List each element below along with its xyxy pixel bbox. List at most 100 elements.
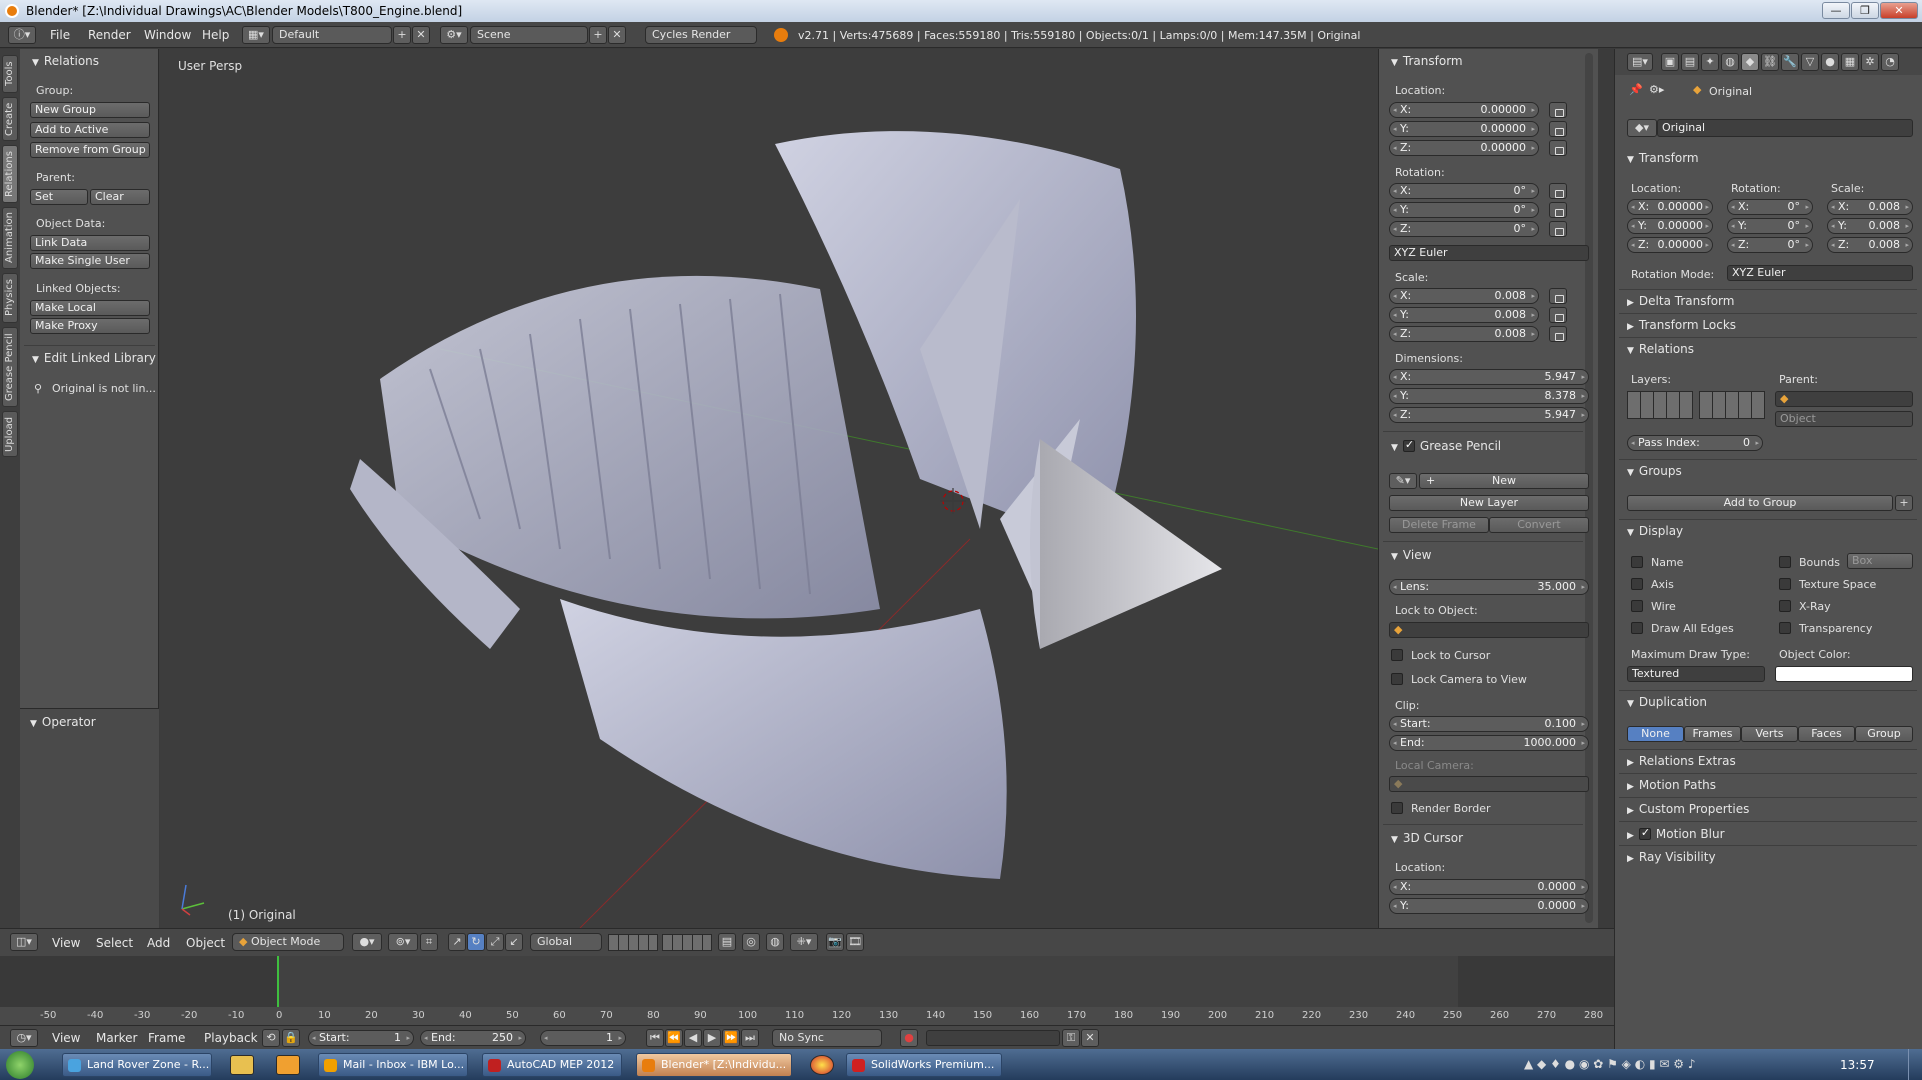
timeline-menu-view[interactable]: View xyxy=(52,1031,80,1045)
end-frame-field[interactable]: ◂ End: 250 ▸ xyxy=(420,1030,526,1046)
lock-rotation-z-icon[interactable] xyxy=(1549,221,1567,237)
render-tab-icon[interactable]: ▣ xyxy=(1661,53,1679,71)
prop-rotation-z[interactable]: ◂ Z: 0° ▸ xyxy=(1727,237,1813,253)
npanel-transform-header[interactable]: ▼ Transform xyxy=(1391,54,1463,68)
maximize-button[interactable]: ❐ xyxy=(1851,2,1879,19)
prop-scale-x[interactable]: ◂ X: 0.008 ▸ xyxy=(1827,199,1913,215)
object-browse-icon[interactable]: ◆▾ xyxy=(1627,119,1657,137)
edit-linked-library-header[interactable]: ▼ Edit Linked Library xyxy=(32,351,156,365)
scene-icon[interactable]: ⚙▾ xyxy=(440,26,468,44)
jump-start-icon[interactable]: ⏮ xyxy=(646,1029,664,1047)
rotation-y-field[interactable]: ◂ Y: 0° ▸ xyxy=(1389,202,1539,218)
tab-physics[interactable]: Physics xyxy=(2,273,18,323)
rotation-z-field[interactable]: ◂ Z: 0° ▸ xyxy=(1389,221,1539,237)
snap-toggle-icon[interactable]: ◍ xyxy=(766,933,784,951)
clip-start-field[interactable]: ◂ Start: 0.100 ▸ xyxy=(1389,716,1589,732)
timeline-menu-marker[interactable]: Marker xyxy=(96,1031,137,1045)
editor-type-info-icon[interactable]: ⓘ▾ xyxy=(8,26,36,44)
lock-rotation-y-icon[interactable] xyxy=(1549,202,1567,218)
layers-grid-right[interactable] xyxy=(1699,391,1765,419)
object-color-swatch[interactable] xyxy=(1775,666,1913,682)
add-to-active-button[interactable]: Add to Active xyxy=(30,122,150,138)
remove-screen-icon[interactable]: ✕ xyxy=(412,26,430,44)
view3d-menu-object[interactable]: Object xyxy=(186,936,225,950)
object-transform-header[interactable]: ▼ Transform xyxy=(1627,151,1699,165)
tab-grease-pencil[interactable]: Grease Pencil xyxy=(2,327,18,407)
tab-relations[interactable]: Relations xyxy=(2,145,18,203)
clip-end-field[interactable]: ◂ End: 1000.000 ▸ xyxy=(1389,735,1589,751)
remove-from-group-button[interactable]: Remove from Group xyxy=(30,142,150,158)
prop-scale-z[interactable]: ◂ Z: 0.008 ▸ xyxy=(1827,237,1913,253)
jump-next-keyframe-icon[interactable]: ⏩ xyxy=(722,1029,740,1047)
manipulator-icon[interactable]: ⌗ xyxy=(420,933,438,951)
prop-location-x[interactable]: ◂ X: 0.00000 ▸ xyxy=(1627,199,1713,215)
parent-type-dropdown[interactable]: Object xyxy=(1775,411,1913,427)
object-tab-icon[interactable]: ◆ xyxy=(1741,53,1759,71)
add-group-plus-icon[interactable]: + xyxy=(1895,495,1913,511)
menu-render[interactable]: Render xyxy=(88,28,131,42)
groups-header[interactable]: ▼ Groups xyxy=(1627,464,1682,478)
tab-create[interactable]: Create xyxy=(2,97,18,141)
start-button-icon[interactable] xyxy=(6,1051,34,1079)
gp-convert-button[interactable]: Convert xyxy=(1489,517,1589,533)
render-border-checkbox[interactable] xyxy=(1391,802,1403,814)
scene-dropdown[interactable]: Scene xyxy=(470,26,588,44)
transform-orientation-icon[interactable]: ↙ xyxy=(505,933,523,951)
timeline-menu-playback[interactable]: Playback xyxy=(204,1031,258,1045)
gp-delete-frame-button[interactable]: Delete Frame xyxy=(1389,517,1489,533)
add-to-group-button[interactable]: Add to Group xyxy=(1627,495,1893,511)
media-icon[interactable] xyxy=(276,1055,300,1075)
prop-rotation-mode-dropdown[interactable]: XYZ Euler xyxy=(1727,265,1913,281)
prop-rotation-y[interactable]: ◂ Y: 0° ▸ xyxy=(1727,218,1813,234)
play-icon[interactable]: ▶ xyxy=(703,1029,721,1047)
start-frame-field[interactable]: ◂ Start: 1 ▸ xyxy=(308,1030,414,1046)
local-camera-field[interactable]: ◆ xyxy=(1389,776,1589,792)
physics-tab-icon[interactable]: ◔ xyxy=(1881,53,1899,71)
timeline-menu-frame[interactable]: Frame xyxy=(148,1031,185,1045)
gp-new-button[interactable]: + New xyxy=(1419,473,1589,489)
chrome-icon[interactable] xyxy=(810,1055,834,1075)
dimension-x-field[interactable]: ◂ X: 5.947 ▸ xyxy=(1389,369,1589,385)
taskbar-item-solidworks[interactable]: SolidWorks Premium... xyxy=(846,1053,1002,1077)
preview-range-icon[interactable]: ⟲ xyxy=(262,1029,280,1047)
menu-file[interactable]: File xyxy=(50,28,70,42)
prop-scale-y[interactable]: ◂ Y: 0.008 ▸ xyxy=(1827,218,1913,234)
location-z-field[interactable]: ◂ Z: 0.00000 ▸ xyxy=(1389,140,1539,156)
lock-location-z-icon[interactable] xyxy=(1549,140,1567,156)
view3d-menu-select[interactable]: Select xyxy=(96,936,133,950)
texture-space-checkbox[interactable] xyxy=(1779,578,1791,590)
lock-scale-z-icon[interactable] xyxy=(1549,326,1567,342)
scene-layers-left[interactable] xyxy=(608,934,658,951)
prop-rotation-x[interactable]: ◂ X: 0° ▸ xyxy=(1727,199,1813,215)
relations-extras-header[interactable]: ▶ Relations Extras xyxy=(1627,754,1736,768)
remove-scene-icon[interactable]: ✕ xyxy=(608,26,626,44)
transparency-checkbox[interactable] xyxy=(1779,622,1791,634)
tab-animation[interactable]: Animation xyxy=(2,207,18,269)
xray-checkbox[interactable] xyxy=(1779,600,1791,612)
prop-relations-header[interactable]: ▼ Relations xyxy=(1627,342,1694,356)
screen-layout-icon[interactable]: ▦▾ xyxy=(242,26,270,44)
viewport-shading-icon[interactable]: ●▾ xyxy=(352,933,382,951)
lock-to-cursor-checkbox[interactable] xyxy=(1391,649,1403,661)
prop-location-z[interactable]: ◂ Z: 0.00000 ▸ xyxy=(1627,237,1713,253)
texture-tab-icon[interactable]: ▦ xyxy=(1841,53,1859,71)
operator-panel-header[interactable]: ▼ Operator xyxy=(30,715,96,729)
layers-grid-left[interactable] xyxy=(1627,391,1693,419)
close-button[interactable]: ✕ xyxy=(1880,2,1918,19)
lock-camera-checkbox[interactable] xyxy=(1391,673,1403,685)
data-tab-icon[interactable]: ▽ xyxy=(1801,53,1819,71)
translate-manipulator-icon[interactable]: ↗ xyxy=(448,933,466,951)
lock-scale-y-icon[interactable] xyxy=(1549,307,1567,323)
material-tab-icon[interactable]: ● xyxy=(1821,53,1839,71)
menu-help[interactable]: Help xyxy=(202,28,229,42)
editor-type-properties-icon[interactable]: ▤▾ xyxy=(1627,53,1653,71)
scene-tab-icon[interactable]: ✦ xyxy=(1701,53,1719,71)
delta-transform-header[interactable]: ▶ Delta Transform xyxy=(1627,294,1734,308)
lock-location-y-icon[interactable] xyxy=(1549,121,1567,137)
gp-new-layer-button[interactable]: New Layer xyxy=(1389,495,1589,511)
scale-z-field[interactable]: ◂ Z: 0.008 ▸ xyxy=(1389,326,1539,342)
current-frame-field[interactable]: ◂ 1 ▸ xyxy=(540,1030,626,1046)
dup-verts-button[interactable]: Verts xyxy=(1741,726,1798,742)
delete-keyframe-icon[interactable]: ✕ xyxy=(1081,1029,1099,1047)
rotate-manipulator-icon[interactable]: ↻ xyxy=(467,933,485,951)
